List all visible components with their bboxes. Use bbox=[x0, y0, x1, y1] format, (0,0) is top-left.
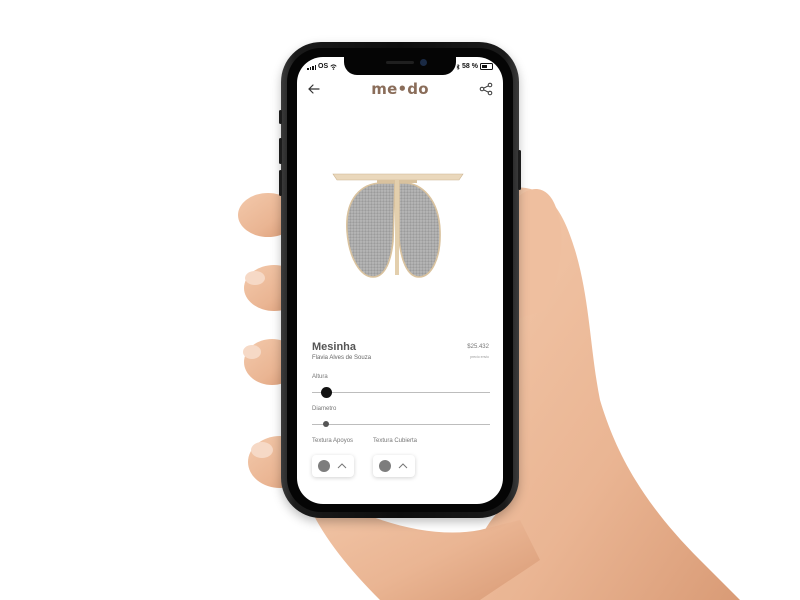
power-button bbox=[518, 150, 521, 190]
product-image bbox=[332, 173, 464, 278]
textura-cubierta-picker[interactable] bbox=[373, 455, 415, 477]
textura-apoyos-label: Textura Apoyos bbox=[312, 438, 354, 444]
battery-percentage: 58 % bbox=[462, 63, 478, 70]
textura-cubierta-label: Textura Cubierta bbox=[373, 438, 418, 444]
app-screen: OS 58 % me•do Mesinha Flavia Alves de So… bbox=[297, 57, 503, 504]
carrier-label: OS bbox=[318, 63, 329, 70]
diametro-slider-thumb[interactable] bbox=[323, 421, 330, 427]
front-camera bbox=[420, 59, 427, 66]
logo-text-left: me bbox=[371, 80, 398, 98]
product-title: Mesinha bbox=[312, 341, 357, 353]
signal-icon bbox=[307, 64, 316, 70]
diametro-label: Diametro bbox=[312, 406, 337, 412]
texture-swatch bbox=[379, 460, 391, 472]
app-logo: me•do bbox=[297, 80, 503, 98]
app-header: me•do bbox=[297, 79, 503, 101]
altura-slider-track[interactable] bbox=[312, 392, 490, 393]
logo-text-right: do bbox=[407, 80, 429, 98]
chevron-up-icon bbox=[398, 463, 408, 469]
bluetooth-icon bbox=[456, 63, 460, 70]
altura-slider-thumb[interactable] bbox=[320, 387, 332, 398]
product-price: $25.432 bbox=[467, 344, 489, 350]
wifi-icon bbox=[330, 63, 337, 70]
status-right: 58 % bbox=[456, 63, 493, 70]
logo-dot: • bbox=[397, 80, 408, 98]
mute-switch bbox=[279, 110, 282, 124]
status-left: OS bbox=[307, 63, 337, 70]
product-author: Flavia Alves de Souza bbox=[312, 355, 372, 361]
diametro-slider-track[interactable] bbox=[312, 424, 490, 425]
volume-down-button bbox=[279, 170, 282, 196]
battery-icon bbox=[480, 63, 493, 70]
notch bbox=[344, 57, 456, 75]
share-icon[interactable] bbox=[479, 82, 493, 96]
volume-up-button bbox=[279, 138, 282, 164]
texture-swatch bbox=[318, 460, 330, 472]
chevron-up-icon bbox=[337, 463, 347, 469]
textura-apoyos-picker[interactable] bbox=[312, 455, 354, 477]
speaker-grille bbox=[386, 61, 414, 64]
altura-label: Altura bbox=[312, 374, 328, 380]
price-note: precio envio bbox=[470, 355, 489, 359]
